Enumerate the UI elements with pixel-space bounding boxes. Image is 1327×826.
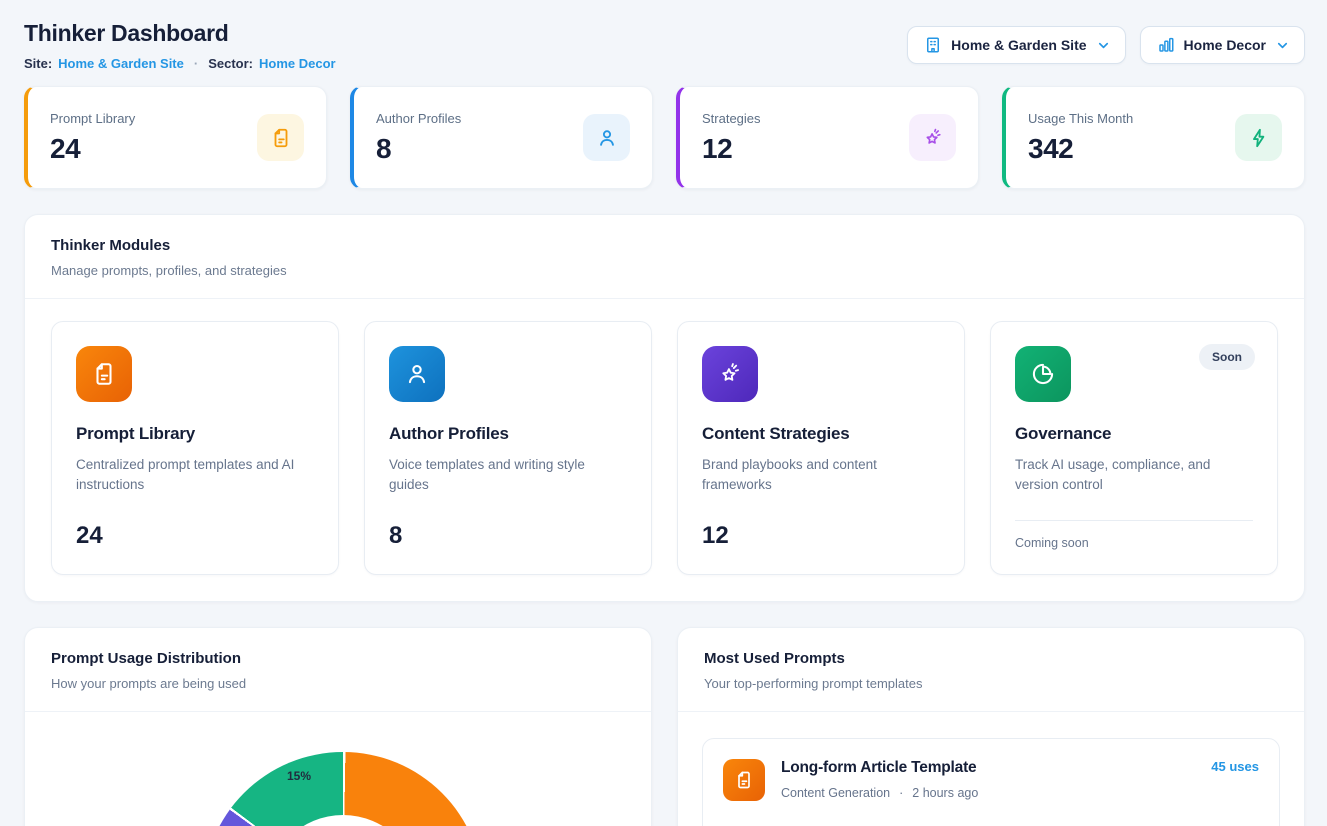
module-count: 12 xyxy=(702,522,940,550)
prompt-category: Content Generation xyxy=(781,786,890,800)
separator-dot: · xyxy=(899,786,903,800)
stat-value: 12 xyxy=(702,133,761,165)
chevron-down-icon xyxy=(1096,38,1111,53)
stat-label: Usage This Month xyxy=(1028,111,1133,126)
prompts-list: Long-form Article Template Content Gener… xyxy=(678,712,1304,826)
stat-card-strategies: Strategies 12 xyxy=(676,86,979,189)
site-selector-value: Home & Garden Site xyxy=(951,37,1086,53)
stat-label: Prompt Library xyxy=(50,111,135,126)
modules-header: Thinker Modules Manage prompts, profiles… xyxy=(25,215,1304,299)
modules-title: Thinker Modules xyxy=(51,237,1278,254)
usage-distribution-panel: Prompt Usage Distribution How your promp… xyxy=(24,627,652,826)
usage-panel-header: Prompt Usage Distribution How your promp… xyxy=(25,628,651,712)
module-card-content-strategies[interactable]: Content Strategies Brand playbooks and c… xyxy=(677,321,965,575)
stat-card-author-profiles: Author Profiles 8 xyxy=(350,86,653,189)
prompt-meta: Content Generation · 2 hours ago xyxy=(781,786,978,800)
module-title: Governance xyxy=(1015,424,1253,444)
user-icon xyxy=(389,346,445,402)
prompt-uses-badge: 45 uses xyxy=(1211,759,1259,774)
stat-label: Author Profiles xyxy=(376,111,461,126)
stat-value: 342 xyxy=(1028,133,1133,165)
document-icon xyxy=(257,114,304,161)
prompt-list-item[interactable]: Long-form Article Template Content Gener… xyxy=(702,738,1280,826)
prompts-panel-subtitle: Your top-performing prompt templates xyxy=(704,676,1278,691)
prompt-item-text: Long-form Article Template Content Gener… xyxy=(781,759,978,800)
stats-row: Prompt Library 24 Author Profiles 8 xyxy=(24,86,1305,189)
module-count: 24 xyxy=(76,522,314,550)
chevron-down-icon xyxy=(1275,38,1290,53)
breadcrumb: Site: Home & Garden Site · Sector: Home … xyxy=(24,56,336,71)
user-icon xyxy=(583,114,630,161)
sector-label: Sector: xyxy=(208,56,253,71)
module-description: Brand playbooks and content frameworks xyxy=(702,455,940,496)
module-title: Prompt Library xyxy=(76,424,314,444)
magic-star-icon xyxy=(702,346,758,402)
donut-segment-label: 15% xyxy=(277,769,321,783)
prompts-panel-title: Most Used Prompts xyxy=(704,650,1278,667)
document-icon xyxy=(723,759,765,801)
pie-chart-icon xyxy=(1015,346,1071,402)
usage-panel-title: Prompt Usage Distribution xyxy=(51,650,625,667)
donut-chart[interactable]: 15% xyxy=(203,752,483,826)
document-icon xyxy=(76,346,132,402)
separator-dot: · xyxy=(194,56,198,71)
building-icon xyxy=(924,36,942,54)
divider xyxy=(1015,520,1253,521)
prompt-time: 2 hours ago xyxy=(912,786,978,800)
site-selector-dropdown[interactable]: Home & Garden Site xyxy=(907,26,1125,64)
module-description: Track AI usage, compliance, and version … xyxy=(1015,455,1253,496)
module-card-author-profiles[interactable]: Author Profiles Voice templates and writ… xyxy=(364,321,652,575)
module-description: Centralized prompt templates and AI inst… xyxy=(76,455,314,496)
module-footer: Coming soon xyxy=(1015,536,1253,550)
dashboard-page: Thinker Dashboard Site: Home & Garden Si… xyxy=(0,0,1327,826)
magic-star-icon xyxy=(909,114,956,161)
soon-badge: Soon xyxy=(1199,344,1255,370)
page-header: Thinker Dashboard Site: Home & Garden Si… xyxy=(24,20,1305,71)
module-count: 8 xyxy=(389,522,627,550)
prompts-panel-header: Most Used Prompts Your top-performing pr… xyxy=(678,628,1304,712)
modules-subtitle: Manage prompts, profiles, and strategies xyxy=(51,263,1278,278)
most-used-prompts-panel: Most Used Prompts Your top-performing pr… xyxy=(677,627,1305,826)
stat-value: 24 xyxy=(50,133,135,165)
modules-grid: Prompt Library Centralized prompt templa… xyxy=(25,299,1304,601)
bottom-row: Prompt Usage Distribution How your promp… xyxy=(24,627,1305,826)
stat-label: Strategies xyxy=(702,111,761,126)
donut-chart-area: 15% xyxy=(25,712,651,826)
stat-card-prompt-library: Prompt Library 24 xyxy=(24,86,327,189)
site-link[interactable]: Home & Garden Site xyxy=(58,56,184,71)
stat-value: 8 xyxy=(376,133,461,165)
prompt-title: Long-form Article Template xyxy=(781,759,978,777)
module-title: Content Strategies xyxy=(702,424,940,444)
stat-card-usage: Usage This Month 342 xyxy=(1002,86,1305,189)
sector-selector-dropdown[interactable]: Home Decor xyxy=(1140,26,1305,64)
sector-link[interactable]: Home Decor xyxy=(259,56,336,71)
lightning-icon xyxy=(1235,114,1282,161)
header-left: Thinker Dashboard Site: Home & Garden Si… xyxy=(24,20,336,71)
module-card-governance[interactable]: Soon Governance Track AI usage, complian… xyxy=(990,321,1278,575)
site-label: Site: xyxy=(24,56,52,71)
page-title: Thinker Dashboard xyxy=(24,20,336,47)
module-card-prompt-library[interactable]: Prompt Library Centralized prompt templa… xyxy=(51,321,339,575)
thinker-modules-section: Thinker Modules Manage prompts, profiles… xyxy=(24,214,1305,602)
header-actions: Home & Garden Site Home Decor xyxy=(907,26,1305,64)
module-title: Author Profiles xyxy=(389,424,627,444)
bar-chart-icon xyxy=(1157,36,1175,54)
sector-selector-value: Home Decor xyxy=(1184,37,1266,53)
module-description: Voice templates and writing style guides xyxy=(389,455,627,496)
usage-panel-subtitle: How your prompts are being used xyxy=(51,676,625,691)
